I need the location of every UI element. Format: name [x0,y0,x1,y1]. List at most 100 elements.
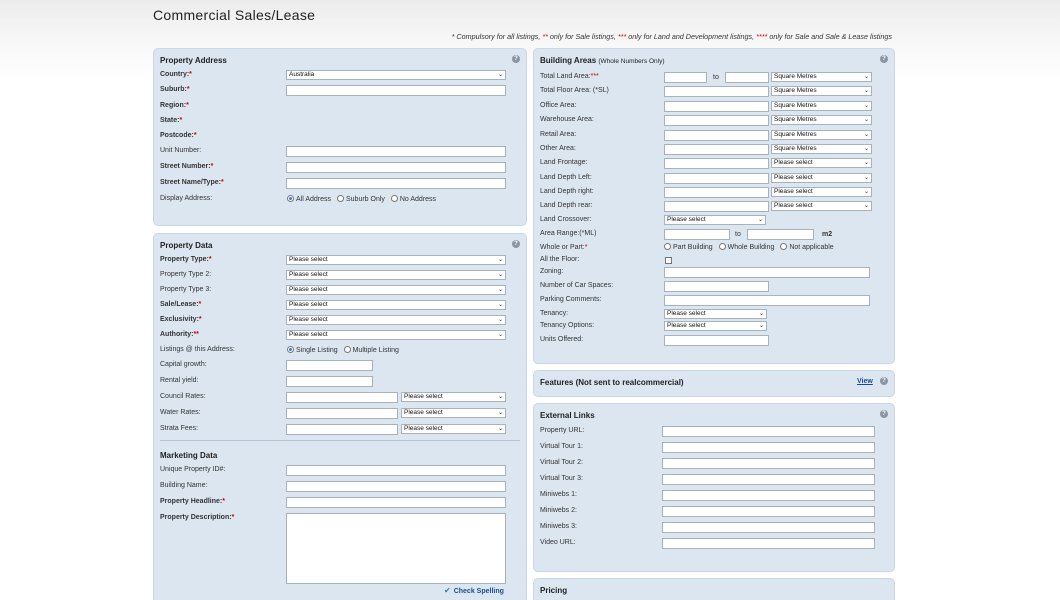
street-number-input[interactable] [286,162,506,173]
tenancy-select[interactable]: Please select ⌄ [664,309,767,319]
radio-multiple-listing[interactable]: Multiple Listing [343,346,399,354]
panel-title: Property Address [160,56,227,65]
help-icon[interactable]: ? [880,55,888,63]
legend-marker-3: *** [617,32,627,41]
land-depth-right-input[interactable] [664,187,769,198]
radio-no-address[interactable]: No Address [390,195,436,203]
chevron-down-icon: ⌄ [863,146,869,152]
car-spaces-label: Number of Car Spaces: [540,282,614,289]
legend-text-3: only for Land and Development listings, [626,32,757,41]
postcode-label: Postcode:* [160,132,197,139]
listings-address-label: Listings @ this Address: [160,346,235,353]
land-depth-right-unit-select[interactable]: Please select ⌄ [771,187,872,197]
water-rates-input[interactable] [286,408,398,419]
warehouse-area-label: Warehouse Area: [540,116,594,123]
section-divider [160,440,520,441]
land-crossover-select[interactable]: Please select ⌄ [664,215,766,225]
whole-or-part-label: Whole or Part:* [540,244,588,251]
total-land-to-input[interactable] [725,72,769,83]
property-type-2-select[interactable]: Please select ⌄ [286,270,506,280]
virtual-tour-2-label: Virtual Tour 2: [540,459,583,466]
help-icon[interactable]: ? [512,240,520,248]
check-spelling-link[interactable]: ✔ Check Spelling [444,586,504,595]
authority-select[interactable]: Please select ⌄ [286,330,506,340]
office-area-unit-select[interactable]: Square Metres ⌄ [771,101,872,111]
land-frontage-unit-select[interactable]: Please select ⌄ [771,158,872,168]
rental-yield-input[interactable] [286,376,373,387]
land-frontage-input[interactable] [664,158,769,169]
building-name-input[interactable] [286,481,506,492]
office-area-input[interactable] [664,101,769,112]
suburb-input[interactable] [286,85,506,96]
chevron-down-icon: ⌄ [758,311,764,317]
street-name-input[interactable] [286,178,506,189]
council-rates-input[interactable] [286,392,398,403]
land-depth-left-unit-select[interactable]: Please select ⌄ [771,173,872,183]
property-url-input[interactable] [662,426,875,437]
miniwebs-1-input[interactable] [662,490,875,501]
retail-area-label: Retail Area: [540,131,577,138]
capital-growth-input[interactable] [286,360,373,371]
headline-input[interactable] [286,497,506,508]
strata-fees-input[interactable] [286,424,398,435]
sale-lease-select[interactable]: Please select ⌄ [286,300,506,310]
zoning-input[interactable] [664,267,870,278]
radio-not-applicable[interactable]: Not applicable [780,243,834,251]
chevron-down-icon: ⌄ [497,332,503,338]
state-label: State:* [160,117,183,124]
units-offered-input[interactable] [664,335,769,346]
video-url-input[interactable] [662,538,875,549]
parking-comments-input[interactable] [664,295,870,306]
property-data-panel: Property Data ? Property Type:* Please s… [153,233,527,600]
building-name-label: Building Name: [160,482,208,489]
water-rates-select[interactable]: Please select ⌄ [401,408,506,418]
radio-suburb-only[interactable]: Suburb Only [336,195,385,203]
whole-or-part-radios: Part Building Whole Building Not applica… [664,243,838,251]
tenancy-options-select[interactable]: Please select ⌄ [664,321,767,331]
property-type-select[interactable]: Please select ⌄ [286,255,506,265]
land-depth-rear-input[interactable] [664,201,769,212]
description-textarea[interactable] [286,513,506,584]
land-depth-left-input[interactable] [664,173,769,184]
display-address-label: Display Address: [160,195,213,202]
total-land-from-input[interactable] [664,72,707,83]
car-spaces-input[interactable] [664,281,769,292]
country-select[interactable]: Australia ⌄ [286,70,506,80]
help-icon[interactable]: ? [512,55,520,63]
radio-whole-building[interactable]: Whole Building [718,243,774,251]
council-rates-select[interactable]: Please select ⌄ [401,392,506,402]
area-range-from-input[interactable] [664,229,730,240]
help-icon[interactable]: ? [880,377,888,385]
other-area-unit-select[interactable]: Square Metres ⌄ [771,144,872,154]
radio-all-address[interactable]: All Address [287,195,331,203]
building-areas-panel: Building Areas (Whole Numbers Only) ? To… [533,48,895,364]
retail-area-unit-select[interactable]: Square Metres ⌄ [771,130,872,140]
other-area-input[interactable] [664,144,769,155]
total-floor-unit-select[interactable]: Square Metres ⌄ [771,86,872,96]
rental-yield-label: Rental yield: [160,377,199,384]
warehouse-area-input[interactable] [664,115,769,126]
strata-fees-select[interactable]: Please select ⌄ [401,424,506,434]
property-type-3-select[interactable]: Please select ⌄ [286,285,506,295]
unit-number-input[interactable] [286,146,506,157]
view-features-link[interactable]: View [857,378,873,385]
miniwebs-2-label: Miniwebs 2: [540,507,577,514]
warehouse-area-unit-select[interactable]: Square Metres ⌄ [771,115,872,125]
parking-comments-label: Parking Comments: [540,296,602,303]
all-the-floor-checkbox[interactable] [665,257,672,264]
total-land-unit-select[interactable]: Square Metres ⌄ [771,72,872,82]
virtual-tour-1-input[interactable] [662,442,875,453]
radio-single-listing[interactable]: Single Listing [287,346,338,354]
land-depth-rear-unit-select[interactable]: Please select ⌄ [771,201,872,211]
unique-id-input[interactable] [286,465,506,476]
exclusivity-select[interactable]: Please select ⌄ [286,315,506,325]
virtual-tour-3-input[interactable] [662,474,875,485]
retail-area-input[interactable] [664,130,769,141]
virtual-tour-2-input[interactable] [662,458,875,469]
miniwebs-2-input[interactable] [662,506,875,517]
area-range-to-input[interactable] [747,229,814,240]
radio-part-building[interactable]: Part Building [664,243,713,251]
help-icon[interactable]: ? [880,410,888,418]
total-floor-input[interactable] [664,86,769,97]
miniwebs-3-input[interactable] [662,522,875,533]
